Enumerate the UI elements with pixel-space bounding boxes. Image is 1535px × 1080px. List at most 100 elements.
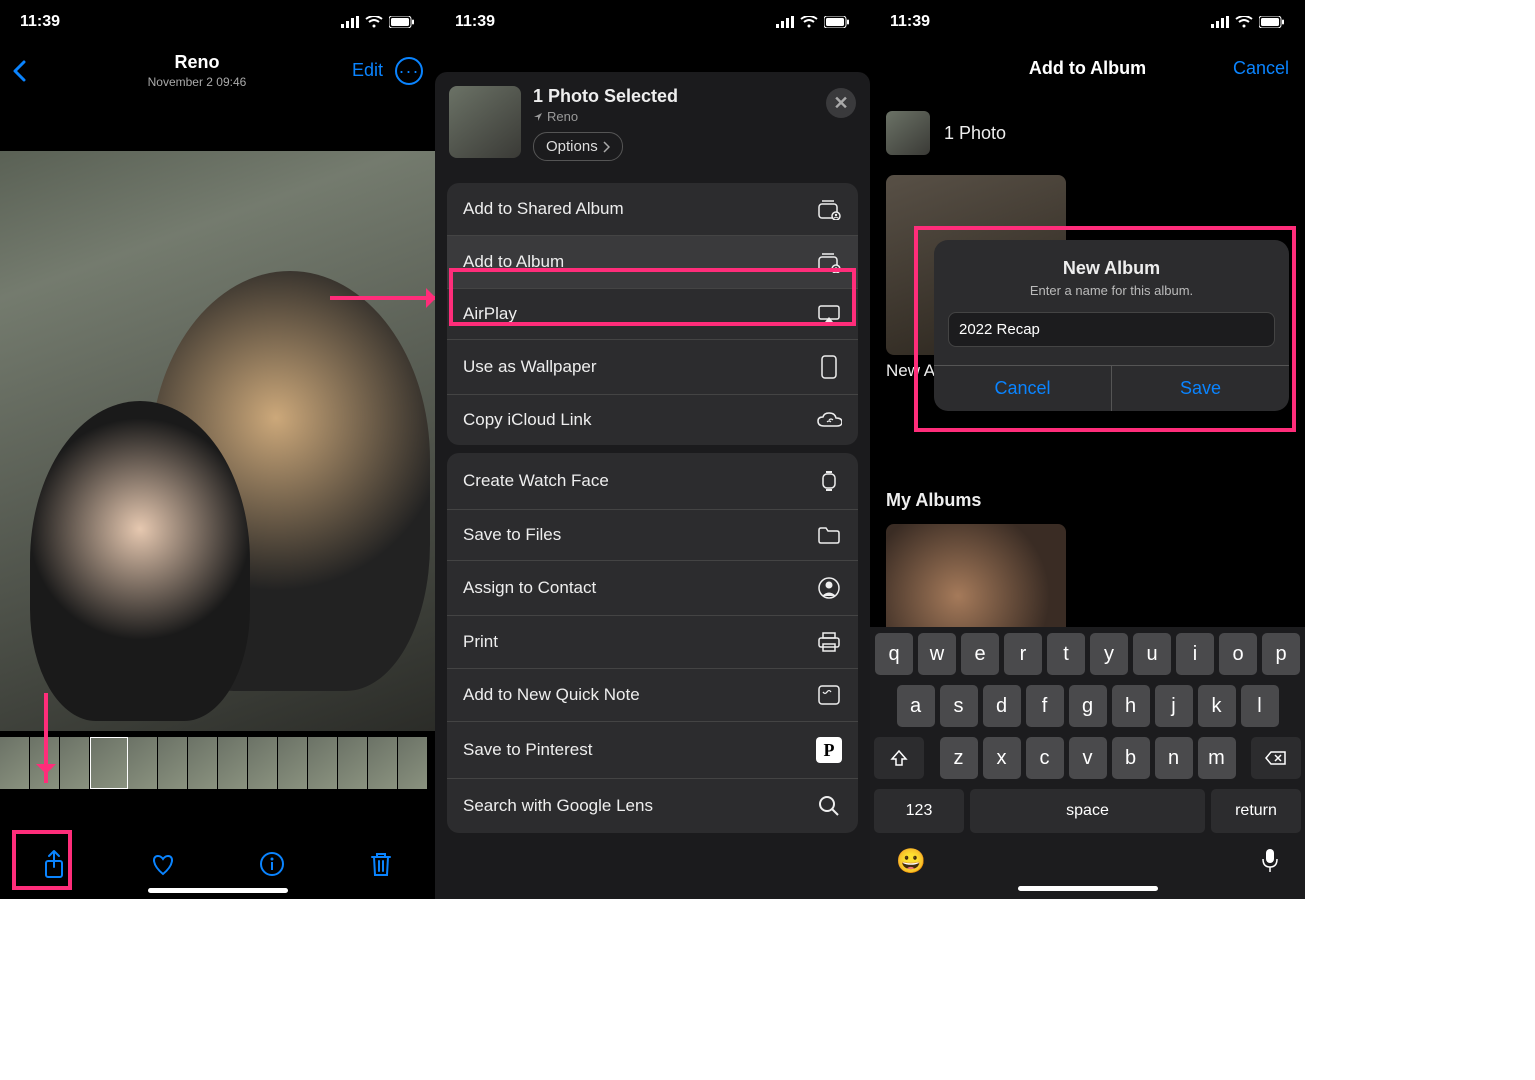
thumb-item[interactable] [248,737,278,789]
key-j[interactable]: j [1155,685,1193,727]
mic-icon [1261,847,1279,873]
status-icons [1211,16,1285,28]
chevron-right-icon [602,141,610,153]
share-button[interactable] [42,849,66,879]
key-y[interactable]: y [1090,633,1128,675]
status-time: 11:39 [890,13,930,31]
row-google-lens[interactable]: Search with Google Lens [447,779,858,833]
key-p[interactable]: p [1262,633,1300,675]
key-q[interactable]: q [875,633,913,675]
share-photo-thumb[interactable] [449,86,521,158]
shift-icon [890,749,908,767]
signal-icon [341,16,359,28]
thumb-item[interactable] [158,737,188,789]
shift-key[interactable] [874,737,924,779]
key-v[interactable]: v [1069,737,1107,779]
alert-title: New Album [950,258,1273,279]
photo-date-subtitle: November 2 09:46 [42,75,352,89]
thumb-item[interactable] [398,737,428,789]
album-name-input[interactable] [948,312,1275,347]
annotation-arrow-down [44,693,48,783]
thumb-item[interactable] [338,737,368,789]
selected-photo-count: 1 Photo [944,123,1006,144]
key-r[interactable]: r [1004,633,1042,675]
key-c[interactable]: c [1026,737,1064,779]
options-button[interactable]: Options [533,132,623,161]
thumb-item[interactable] [278,737,308,789]
row-print[interactable]: Print [447,616,858,669]
row-watch-face[interactable]: Create Watch Face [447,453,858,510]
row-assign-contact[interactable]: Assign to Contact [447,561,858,616]
space-key[interactable]: space [970,789,1205,833]
key-d[interactable]: d [983,685,1021,727]
watch-icon [816,468,842,494]
nav-title: Add to Album [1029,58,1146,79]
key-u[interactable]: u [1133,633,1171,675]
row-icloud-link[interactable]: Copy iCloud Link [447,395,858,445]
row-pinterest[interactable]: Save to Pinterest P [447,722,858,779]
nav-cancel-button[interactable]: Cancel [1233,58,1289,79]
dictation-button[interactable] [1261,847,1279,876]
row-wallpaper[interactable]: Use as Wallpaper [447,340,858,395]
battery-icon [824,16,850,28]
alert-cancel-button[interactable]: Cancel [934,366,1112,411]
row-airplay[interactable]: AirPlay [447,289,858,340]
wifi-icon [1235,16,1253,28]
add-album-icon [816,251,842,273]
thumb-item[interactable] [128,737,158,789]
edit-button[interactable]: Edit [352,60,383,81]
thumb-item[interactable] [0,737,30,789]
return-key[interactable]: return [1211,789,1301,833]
row-add-shared-album[interactable]: Add to Shared Album [447,183,858,236]
row-quick-note[interactable]: Add to New Quick Note [447,669,858,722]
more-button[interactable]: ··· [395,57,423,85]
thumb-item[interactable] [308,737,338,789]
status-icons [776,16,850,28]
key-a[interactable]: a [897,685,935,727]
close-button[interactable]: ✕ [826,88,856,118]
row-save-files[interactable]: Save to Files [447,510,858,561]
back-button[interactable] [12,60,42,82]
key-b[interactable]: b [1112,737,1150,779]
alert-save-button[interactable]: Save [1112,366,1289,411]
thumb-item[interactable] [188,737,218,789]
key-g[interactable]: g [1069,685,1107,727]
key-o[interactable]: o [1219,633,1257,675]
key-i[interactable]: i [1176,633,1214,675]
thumb-item[interactable] [218,737,248,789]
key-m[interactable]: m [1198,737,1236,779]
thumb-item[interactable] [60,737,90,789]
key-n[interactable]: n [1155,737,1193,779]
thumb-item[interactable] [90,737,128,789]
key-z[interactable]: z [940,737,978,779]
key-k[interactable]: k [1198,685,1236,727]
quicknote-icon [816,684,842,706]
panel-photo-view: 11:39 Reno November 2 09:46 Edit ··· [0,0,435,899]
contact-icon [816,576,842,600]
key-e[interactable]: e [961,633,999,675]
key-l[interactable]: l [1241,685,1279,727]
favorite-button[interactable] [150,852,176,876]
share-title: 1 Photo Selected [533,86,814,107]
key-t[interactable]: t [1047,633,1085,675]
delete-button[interactable] [369,851,393,877]
selected-photo-thumb[interactable] [886,111,930,155]
row-add-album[interactable]: Add to Album [447,236,858,289]
numbers-key[interactable]: 123 [874,789,964,833]
backspace-key[interactable] [1251,737,1301,779]
keyboard: qwertyuiop asdfghjkl zxcvbnm 123 space r… [870,627,1305,899]
key-f[interactable]: f [1026,685,1064,727]
thumbnail-strip[interactable] [0,737,435,789]
info-icon [259,851,285,877]
main-photo[interactable] [0,151,435,731]
photo-title-block: Reno November 2 09:46 [42,52,352,89]
key-s[interactable]: s [940,685,978,727]
key-x[interactable]: x [983,737,1021,779]
battery-icon [1259,16,1285,28]
thumb-item[interactable] [368,737,398,789]
info-button[interactable] [259,851,285,877]
key-h[interactable]: h [1112,685,1150,727]
emoji-button[interactable]: 😀 [896,847,926,876]
key-w[interactable]: w [918,633,956,675]
status-time: 11:39 [455,13,495,31]
